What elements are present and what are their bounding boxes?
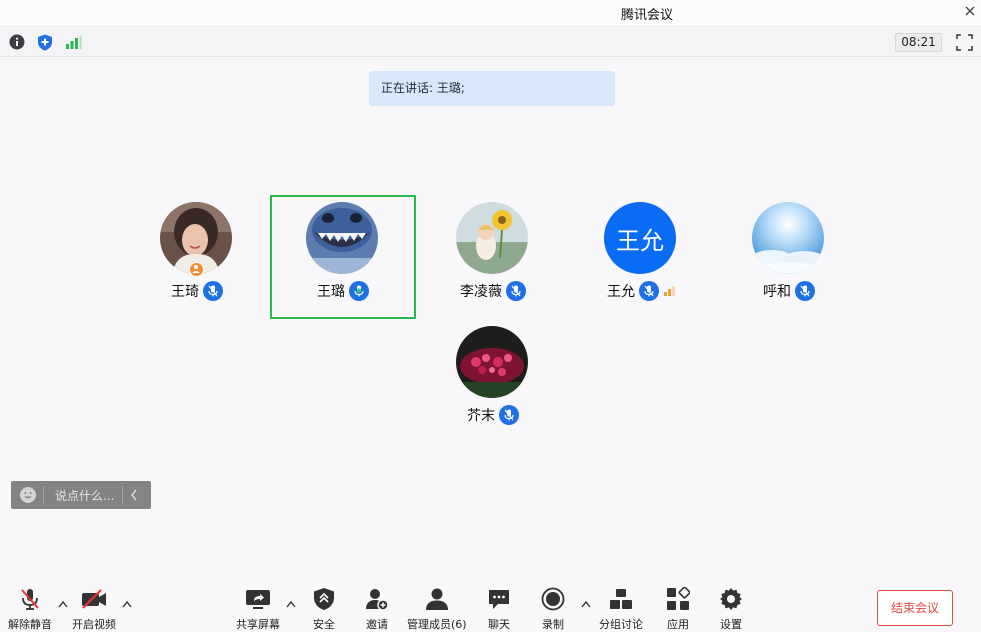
bottom-toolbar: 解除静音 开启视频 共享屏幕 安全 邀请 管理成员(6) 聊天 录制 分组讨论 … bbox=[0, 580, 981, 632]
participant-tile[interactable]: 王允 王允 bbox=[568, 195, 714, 319]
manage-members-label: 管理成员(6) bbox=[407, 618, 467, 631]
divider bbox=[122, 486, 123, 504]
participant-namebar: 王允 bbox=[568, 281, 714, 301]
participant-tile-active[interactable]: 王璐 bbox=[270, 195, 416, 319]
share-screen-icon bbox=[245, 586, 271, 612]
mic-muted-icon bbox=[17, 586, 43, 612]
speaking-indicator: 正在讲话: 王璐; bbox=[369, 71, 615, 106]
participant-name: 李凌薇 bbox=[460, 284, 502, 300]
participant-name: 王琦 bbox=[171, 284, 199, 300]
record-label: 录制 bbox=[542, 618, 564, 631]
participant-name: 王璐 bbox=[317, 284, 345, 300]
breakout-rooms-label: 分组讨论 bbox=[599, 618, 643, 631]
emoji-icon[interactable] bbox=[19, 486, 37, 504]
chevron-left-icon[interactable] bbox=[129, 488, 139, 502]
start-video-label: 开启视频 bbox=[72, 618, 116, 631]
settings-button[interactable]: 设置 bbox=[718, 586, 744, 632]
participant-namebar: 王琦 bbox=[124, 281, 270, 301]
meeting-timer: 08:21 bbox=[895, 33, 942, 52]
share-screen-button[interactable]: 共享屏幕 bbox=[236, 586, 280, 632]
participant-namebar: 李凌薇 bbox=[420, 281, 566, 301]
avatar bbox=[306, 202, 378, 274]
members-icon bbox=[424, 586, 450, 612]
avatar bbox=[456, 202, 528, 274]
security-button[interactable]: 安全 bbox=[311, 586, 337, 632]
participant-namebar: 呼和 bbox=[716, 281, 862, 301]
record-icon bbox=[540, 586, 566, 612]
participant-name: 呼和 bbox=[763, 284, 791, 300]
manage-members-button[interactable]: 管理成员(6) bbox=[407, 586, 467, 632]
chat-label: 聊天 bbox=[488, 618, 510, 631]
mic-muted-icon bbox=[639, 281, 659, 301]
avatar bbox=[456, 326, 528, 398]
host-badge-icon bbox=[189, 262, 204, 277]
participant-name: 王允 bbox=[607, 284, 635, 300]
apps-label: 应用 bbox=[667, 618, 689, 631]
chevron-up-icon[interactable] bbox=[58, 600, 68, 608]
invite-label: 邀请 bbox=[366, 618, 388, 631]
participant-tile[interactable]: 王琦 bbox=[124, 195, 270, 319]
end-meeting-button[interactable]: 结束会议 bbox=[877, 590, 953, 626]
chevron-up-icon[interactable] bbox=[581, 600, 591, 608]
avatar-text: 王允 bbox=[616, 226, 664, 255]
chat-input-box[interactable]: 说点什么... bbox=[11, 481, 151, 509]
share-screen-label: 共享屏幕 bbox=[236, 618, 280, 631]
security-label: 安全 bbox=[313, 618, 335, 631]
start-video-button[interactable]: 开启视频 bbox=[72, 586, 116, 632]
chat-button[interactable]: 聊天 bbox=[486, 586, 512, 632]
signal-icon[interactable] bbox=[64, 33, 82, 51]
participant-name: 芥末 bbox=[467, 408, 495, 424]
divider bbox=[43, 486, 44, 504]
chat-bubble-icon bbox=[486, 586, 512, 612]
window-close-icon[interactable] bbox=[963, 4, 977, 18]
apps-button[interactable]: 应用 bbox=[665, 586, 691, 632]
invite-button[interactable]: 邀请 bbox=[364, 586, 390, 632]
window-title: 腾讯会议 bbox=[620, 8, 673, 23]
breakout-rooms-button[interactable]: 分组讨论 bbox=[599, 586, 643, 632]
mic-muted-icon bbox=[795, 281, 815, 301]
top-toolbar: 08:21 bbox=[0, 28, 981, 57]
participant-tile[interactable]: 李凌薇 bbox=[420, 195, 566, 319]
unmute-button[interactable]: 解除静音 bbox=[8, 586, 52, 632]
chat-placeholder[interactable]: 说点什么... bbox=[55, 487, 114, 504]
title-bar: 腾讯会议 bbox=[0, 0, 981, 27]
participant-tile[interactable]: 呼和 bbox=[716, 195, 862, 319]
mic-muted-icon bbox=[506, 281, 526, 301]
video-off-icon bbox=[81, 586, 107, 612]
record-button[interactable]: 录制 bbox=[540, 586, 566, 632]
fullscreen-icon[interactable] bbox=[956, 34, 973, 51]
participant-tile[interactable]: 芥末 bbox=[420, 319, 566, 443]
weak-signal-icon bbox=[664, 286, 675, 296]
chevron-up-icon[interactable] bbox=[122, 600, 132, 608]
info-icon[interactable] bbox=[8, 33, 26, 51]
security-shield-icon bbox=[311, 586, 337, 612]
shield-icon[interactable] bbox=[36, 33, 54, 51]
avatar-initials: 王允 bbox=[604, 202, 676, 274]
gear-icon bbox=[718, 586, 744, 612]
settings-label: 设置 bbox=[720, 618, 742, 631]
participant-namebar: 王璐 bbox=[272, 281, 414, 301]
mic-muted-icon bbox=[499, 405, 519, 425]
add-user-icon bbox=[364, 586, 390, 612]
apps-grid-icon bbox=[665, 586, 691, 612]
unmute-label: 解除静音 bbox=[8, 618, 52, 631]
chevron-up-icon[interactable] bbox=[286, 600, 296, 608]
mic-muted-icon bbox=[203, 281, 223, 301]
participant-namebar: 芥末 bbox=[420, 405, 566, 425]
mic-speaking-icon bbox=[349, 281, 369, 301]
avatar bbox=[752, 202, 824, 274]
breakout-icon bbox=[608, 586, 634, 612]
